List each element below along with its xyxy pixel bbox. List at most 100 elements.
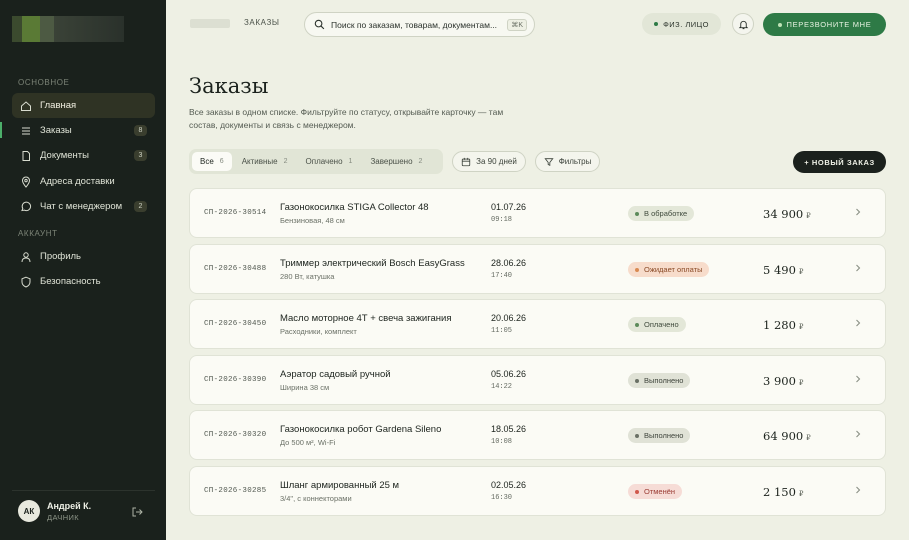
avatar: АК (18, 500, 40, 522)
order-date: 28.06.26 (491, 258, 527, 268)
order-product-details: Бензиновая, 48 см (280, 216, 345, 225)
order-time: 09:18 (491, 216, 513, 224)
status-label: Отменён (644, 487, 676, 496)
breadcrumb: ЗАКАЗЫ (244, 18, 280, 27)
section-label-account: АККАУНТ (18, 229, 58, 238)
currency-symbol: ₽ (798, 323, 804, 331)
order-price: 2 150 ₽ (763, 485, 803, 499)
order-date: 01.07.26 (491, 202, 527, 212)
document-icon (20, 150, 32, 162)
status-dot (635, 322, 639, 327)
new-order-button[interactable]: + НОВЫЙ ЗАКАЗ (793, 151, 886, 173)
status-label: Выполнено (644, 376, 684, 385)
chat-count-badge: 2 (134, 201, 147, 212)
location-pin-icon (20, 176, 32, 188)
tab-count: 1 (348, 158, 353, 165)
sidebar-item-label: Заказы (40, 125, 72, 136)
order-product-details: 3/4", с коннекторами (280, 494, 352, 503)
order-id: СП-2026-30285 (204, 487, 267, 495)
order-row[interactable]: СП-2026-30285 Шланг армированный 25 м 3/… (189, 466, 886, 516)
logout-icon[interactable] (131, 506, 143, 518)
tab-completed[interactable]: Завершено 2 (362, 152, 430, 171)
active-indicator (0, 122, 2, 138)
chevron-right-icon (856, 208, 861, 216)
order-row[interactable]: СП-2026-30390 Аэратор садовый ручной Шир… (189, 355, 886, 405)
tab-label: Все (200, 157, 214, 166)
sidebar-item-label: Документы (40, 150, 89, 161)
chevron-right-icon (856, 486, 861, 494)
breadcrumb-home[interactable] (190, 19, 230, 28)
order-price: 34 900 ₽ (763, 207, 811, 221)
order-product-details: До 500 м², Wi-Fi (280, 438, 336, 447)
status-badge: Отменён (628, 484, 683, 499)
user-icon (20, 251, 32, 263)
status-dot (635, 433, 639, 438)
filters-button[interactable]: Фильтры (535, 151, 600, 172)
order-product-name: Шланг армированный 25 м (280, 480, 400, 491)
order-row[interactable]: СП-2026-30488 Триммер электрический Bosc… (189, 244, 886, 294)
tab-all[interactable]: Все 6 (192, 152, 232, 171)
tab-count: 6 (219, 158, 224, 165)
currency-symbol: ₽ (798, 490, 804, 498)
sidebar-item-documents[interactable]: Документы 3 (12, 143, 155, 168)
order-date: 18.05.26 (491, 424, 527, 434)
order-id: СП-2026-30320 (204, 431, 267, 439)
sidebar-item-home[interactable]: Главная (12, 93, 155, 118)
order-product-name: Газонокосилка STIGA Collector 48 (280, 202, 429, 213)
sidebar-item-orders[interactable]: Заказы 8 (12, 118, 155, 143)
user-card[interactable]: АК Андрей К. ДАЧНИК (18, 500, 91, 522)
search-box[interactable]: ⌘K (304, 12, 535, 37)
order-time: 11:05 (491, 327, 513, 335)
search-input[interactable] (331, 19, 503, 30)
tab-label: Завершено (370, 157, 413, 166)
sidebar-item-security[interactable]: Безопасность (12, 269, 155, 294)
order-date: 20.06.26 (491, 313, 527, 323)
status-badge: Выполнено (628, 373, 691, 388)
status-badge: Ожидает оплаты (628, 262, 710, 277)
sidebar-item-label: Адреса доставки (40, 176, 115, 187)
status-dot (635, 267, 639, 272)
sidebar-item-profile[interactable]: Профиль (12, 244, 155, 269)
order-row[interactable]: СП-2026-30514 Газонокосилка STIGA Collec… (189, 188, 886, 238)
tab-label: Активные (241, 157, 278, 166)
price-value: 5 490 (763, 263, 796, 277)
tab-paid[interactable]: Оплачено 1 (298, 152, 361, 171)
search-icon (314, 19, 325, 30)
notifications-button[interactable] (732, 13, 754, 35)
orders-icon (20, 125, 32, 137)
order-time: 17:40 (491, 272, 513, 280)
chevron-right-icon (856, 430, 861, 438)
sidebar-item-addresses[interactable]: Адреса доставки (12, 169, 155, 194)
period-label: За 90 дней (476, 157, 517, 166)
order-row[interactable]: СП-2026-30320 Газонокосилка робот Garden… (189, 410, 886, 460)
order-row[interactable]: СП-2026-30450 Масло моторное 4Т + свеча … (189, 299, 886, 349)
order-id: СП-2026-30390 (204, 376, 267, 384)
order-price: 64 900 ₽ (763, 429, 811, 443)
sidebar-divider (12, 490, 155, 491)
page-title: Заказы (189, 74, 269, 98)
order-product-details: 280 Вт, катушка (280, 272, 335, 281)
price-value: 64 900 (763, 429, 804, 443)
shield-icon (20, 276, 32, 288)
order-product-details: Расходники, комплект (280, 327, 357, 336)
logo[interactable] (12, 16, 124, 42)
tab-active[interactable]: Активные 2 (234, 152, 296, 171)
chevron-right-icon (856, 319, 861, 327)
calendar-icon (462, 157, 471, 166)
sidebar-item-chat[interactable]: Чат с менеджером 2 (12, 194, 155, 219)
status-badge: В обработке (628, 206, 695, 221)
period-filter-button[interactable]: За 90 дней (452, 151, 526, 172)
sidebar-item-label: Чат с менеджером (40, 201, 123, 212)
chat-icon (20, 201, 32, 213)
order-product-name: Триммер электрический Bosch EasyGrass (280, 258, 465, 269)
user-name: Андрей К. (47, 500, 92, 511)
status-badge: Выполнено (628, 428, 691, 443)
tab-count: 2 (418, 158, 423, 165)
currency-symbol: ₽ (806, 434, 811, 442)
callback-button[interactable]: ПЕРЕЗВОНИТЕ МНЕ (763, 13, 886, 36)
account-type-toggle[interactable]: ФИЗ. ЛИЦО (642, 13, 721, 35)
status-label: Ожидает оплаты (644, 265, 703, 274)
status-dot (777, 22, 782, 27)
sidebar-item-label: Безопасность (40, 276, 101, 287)
order-time: 10:08 (491, 438, 513, 446)
